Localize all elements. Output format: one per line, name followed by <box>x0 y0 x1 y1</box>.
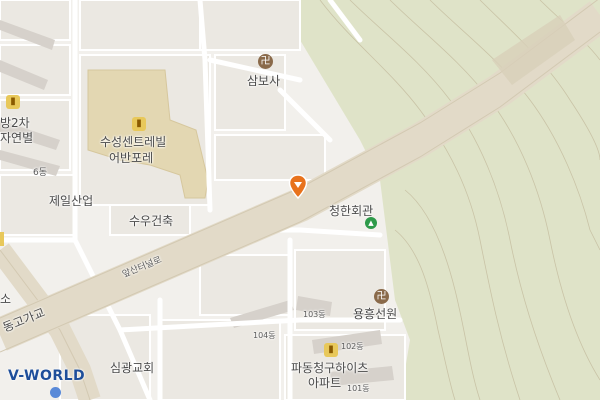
building-icon-left: ▮ <box>6 95 20 109</box>
place-eobanporae[interactable]: 어반포레 <box>109 149 153 166</box>
vworld-logo: V-WORLD <box>8 368 86 384</box>
building-icon-padong: ▮ <box>324 343 338 357</box>
place-simgwang-church[interactable]: 심광교회 <box>110 359 154 376</box>
location-pin-icon[interactable] <box>288 174 308 200</box>
temple-icon-2[interactable]: 卍 <box>374 289 389 304</box>
building-icon: ▮ <box>132 117 146 131</box>
park-icon: ▲ <box>365 217 377 229</box>
place-cheonghan-hall[interactable]: 청한회관 <box>329 202 373 219</box>
place-yongheungseonwon[interactable]: 용흥선원 <box>353 305 397 322</box>
label-dong-101: 101동 <box>347 384 370 393</box>
place-suwoo-construction[interactable]: 수우건축 <box>129 212 173 229</box>
place-padong-apt-line2[interactable]: 아파트 <box>308 374 341 391</box>
label-dong-103: 103동 <box>303 310 326 319</box>
place-jeil-industry[interactable]: 제일산업 <box>49 192 93 209</box>
label-dong-104: 104동 <box>253 331 276 340</box>
label-dong-6: 6동 <box>33 168 48 178</box>
place-left-edge: 소 <box>0 292 12 306</box>
place-left-apt-bottom[interactable]: 자연별 <box>0 129 33 146</box>
label-dong-102: 102동 <box>341 342 364 351</box>
temple-icon[interactable]: 卍 <box>258 54 273 69</box>
map-canvas[interactable]: 卍 삼보사 ▮ 수성센트레빌 어반포레 ▮ 방2차 자연별 6동 제일산업 수우… <box>0 0 600 400</box>
place-suseong-central[interactable]: 수성센트레빌 <box>100 133 166 150</box>
place-sambosa[interactable]: 삼보사 <box>247 72 280 89</box>
info-icon[interactable] <box>50 387 61 398</box>
